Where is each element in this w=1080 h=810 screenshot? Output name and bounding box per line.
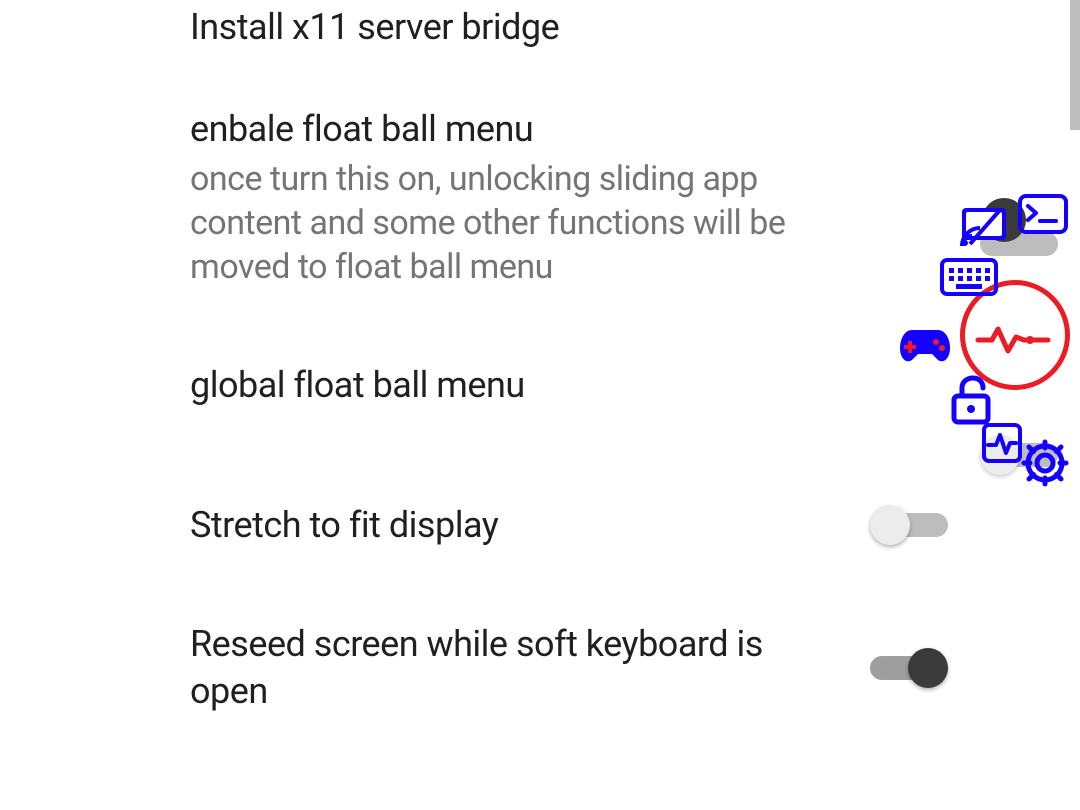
switch-thumb bbox=[908, 648, 948, 688]
gear-icon[interactable] bbox=[1020, 438, 1070, 488]
gamepad-icon[interactable] bbox=[898, 326, 952, 366]
switch-stretch-display[interactable] bbox=[870, 505, 948, 545]
activity-monitor-icon[interactable] bbox=[982, 423, 1022, 463]
setting-title: enbale float ball menu bbox=[190, 106, 830, 153]
lock-open-icon[interactable] bbox=[950, 376, 992, 424]
setting-title: Reseed screen while soft keyboard is ope… bbox=[190, 621, 830, 715]
setting-text: global float ball menu bbox=[190, 362, 870, 409]
setting-subtitle: once turn this on, unlocking sliding app… bbox=[190, 157, 830, 290]
setting-reseed-screen[interactable]: Reseed screen while soft keyboard is ope… bbox=[0, 595, 1080, 741]
switch-reseed-screen[interactable] bbox=[870, 648, 948, 688]
heartbeat-icon[interactable] bbox=[978, 325, 1048, 355]
setting-install-x11[interactable]: Install x11 server bridge bbox=[0, 0, 1080, 80]
setting-text: Reseed screen while soft keyboard is ope… bbox=[190, 621, 870, 715]
scrollbar[interactable] bbox=[1070, 0, 1080, 130]
setting-title: Install x11 server bridge bbox=[190, 4, 830, 51]
switch-thumb bbox=[870, 505, 910, 545]
setting-stretch-display[interactable]: Stretch to fit display bbox=[0, 455, 1080, 595]
terminal-icon[interactable] bbox=[1018, 194, 1068, 234]
settings-list: Install x11 server bridge enbale float b… bbox=[0, 0, 1080, 741]
setting-title: global float ball menu bbox=[190, 362, 830, 409]
setting-text: Stretch to fit display bbox=[190, 502, 870, 549]
cast-icon[interactable] bbox=[960, 206, 1008, 246]
setting-text: enbale float ball menu once turn this on… bbox=[190, 106, 870, 289]
setting-text: Install x11 server bridge bbox=[190, 4, 870, 51]
setting-title: Stretch to fit display bbox=[190, 502, 830, 549]
keyboard-icon[interactable] bbox=[940, 258, 998, 296]
setting-enable-float-ball[interactable]: enbale float ball menu once turn this on… bbox=[0, 80, 1080, 315]
